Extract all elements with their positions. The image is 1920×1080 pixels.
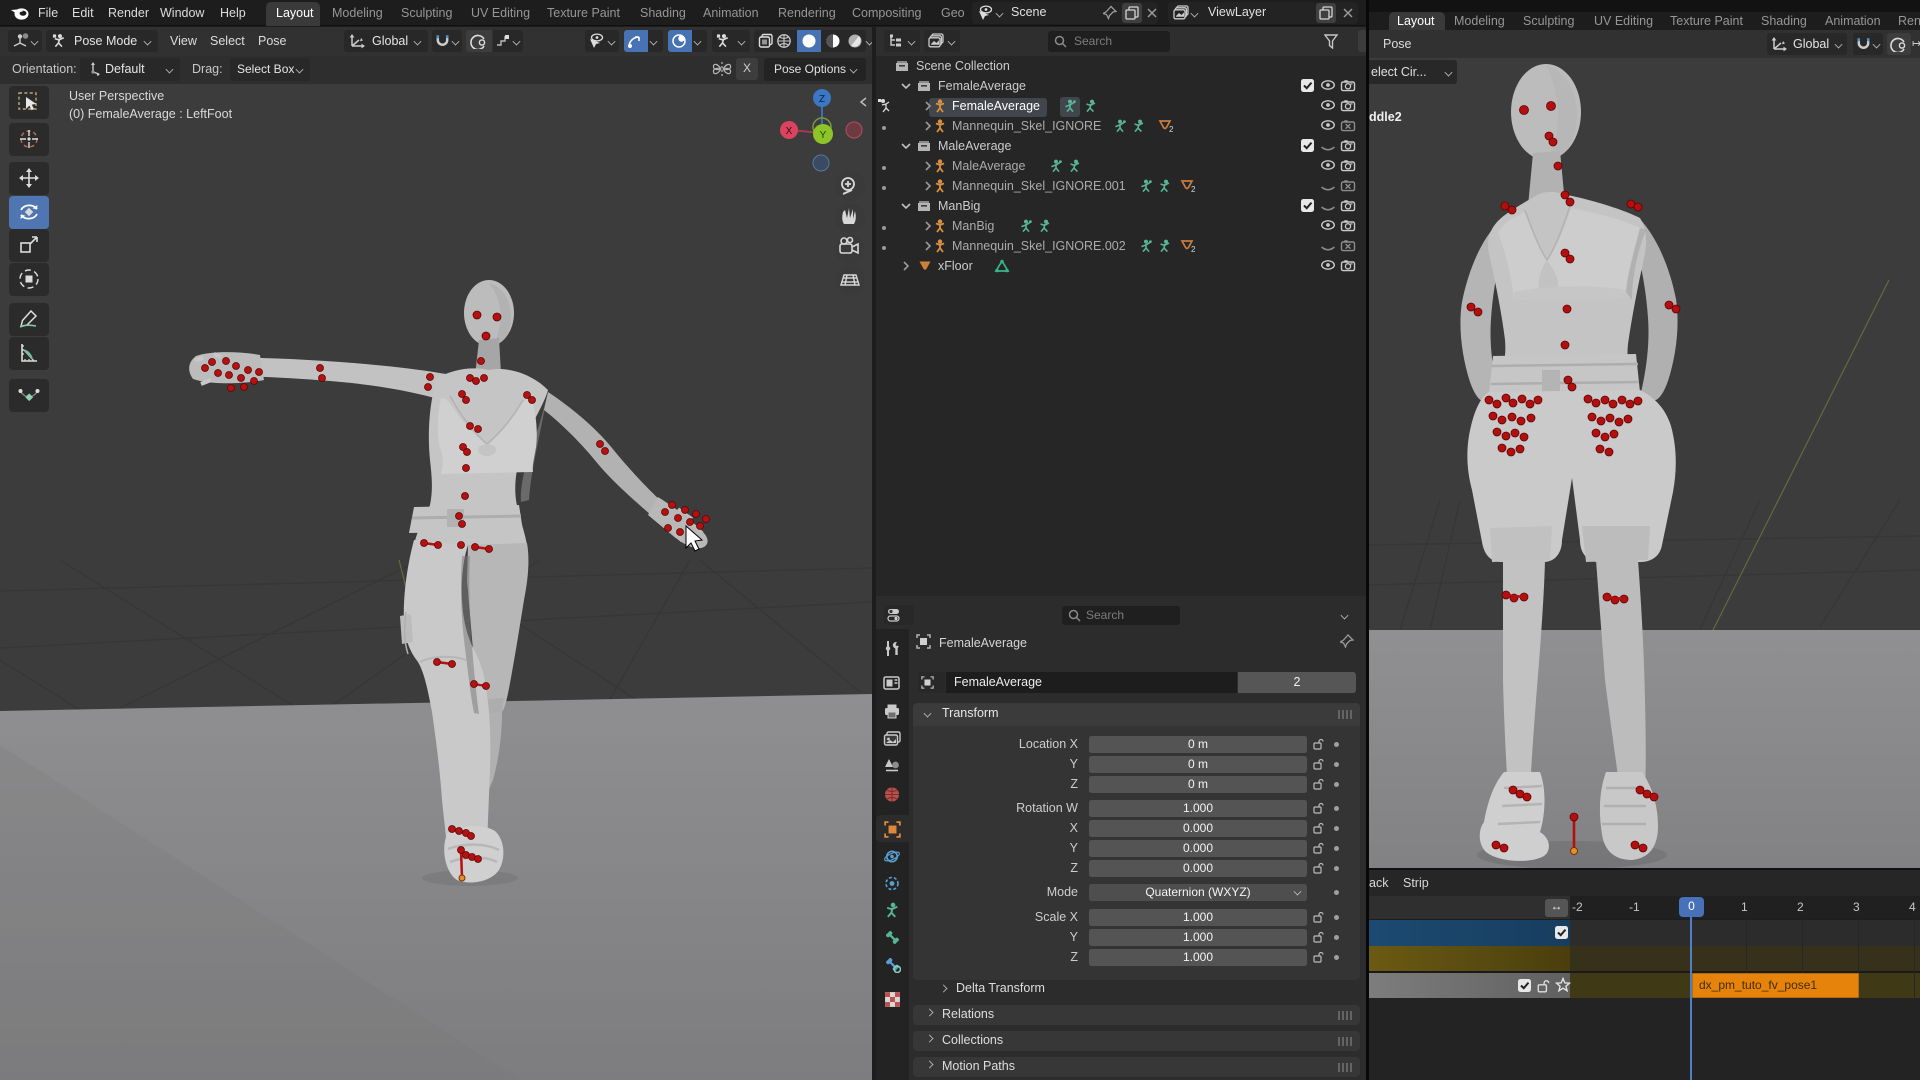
svg-text:Y: Y	[820, 130, 827, 141]
svg-text:X: X	[786, 126, 793, 137]
svg-text:Z: Z	[819, 94, 825, 105]
